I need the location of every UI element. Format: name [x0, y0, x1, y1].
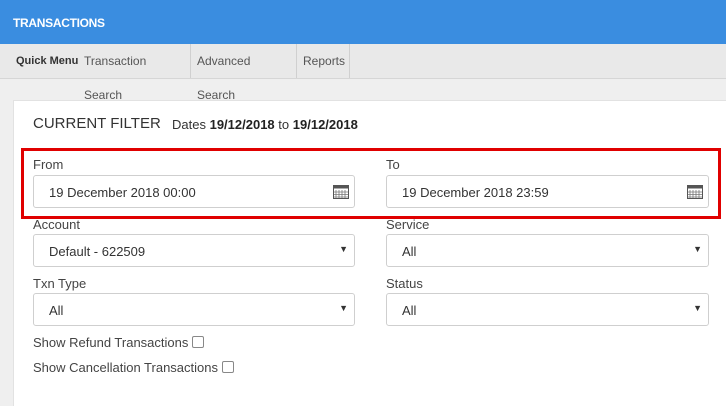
- tab-advanced-search[interactable]: Advanced Search: [191, 44, 297, 102]
- account-value: Default - 622509: [49, 244, 146, 259]
- cancellation-label: Show Cancellation Transactions: [33, 360, 218, 375]
- txn-type-label: Txn Type: [33, 276, 87, 291]
- tab-transaction-search[interactable]: Transaction Search: [78, 44, 191, 102]
- account-label: Account: [33, 217, 80, 232]
- refund-option: Show Refund Transactions: [33, 335, 205, 350]
- dates-to: 19/12/2018: [292, 117, 358, 132]
- quick-menu-label[interactable]: Quick Menu: [16, 55, 78, 67]
- account-select[interactable]: Default - 622509 ▼: [33, 234, 355, 267]
- current-filter-heading: CURRENT FILTER: [33, 115, 161, 132]
- refund-checkbox[interactable]: [192, 336, 205, 348]
- status-select[interactable]: All ▼: [386, 293, 709, 326]
- dates-to-word: to: [278, 117, 290, 132]
- txn-type-select[interactable]: All ▼: [33, 293, 355, 326]
- dates-prefix: Dates: [172, 117, 206, 132]
- cancellation-option: Show Cancellation Transactions: [33, 360, 234, 375]
- refund-label: Show Refund Transactions: [33, 335, 189, 350]
- cancellation-checkbox[interactable]: [222, 361, 234, 373]
- menu-bar: Quick Menu Transaction Search Advanced S…: [0, 44, 726, 102]
- txn-type-value: All: [49, 303, 64, 318]
- service-value: All: [402, 244, 417, 259]
- app-header: TRANSACTIONS: [0, 0, 726, 44]
- filter-dates-summary: Dates 19/12/2018 to 19/12/2018: [172, 117, 358, 132]
- dropdown-arrow-icon: ▼: [693, 244, 702, 254]
- app-title: TRANSACTIONS: [13, 16, 105, 30]
- service-label: Service: [386, 217, 430, 232]
- status-value: All: [402, 303, 417, 318]
- dropdown-arrow-icon: ▼: [693, 303, 702, 313]
- highlight-box: [21, 148, 721, 219]
- dropdown-arrow-icon: ▼: [339, 303, 348, 313]
- tab-reports[interactable]: Reports: [297, 44, 350, 78]
- dropdown-arrow-icon: ▼: [339, 244, 348, 254]
- dates-from: 19/12/2018: [209, 117, 275, 132]
- service-select[interactable]: All ▼: [386, 234, 709, 267]
- status-label: Status: [386, 276, 423, 291]
